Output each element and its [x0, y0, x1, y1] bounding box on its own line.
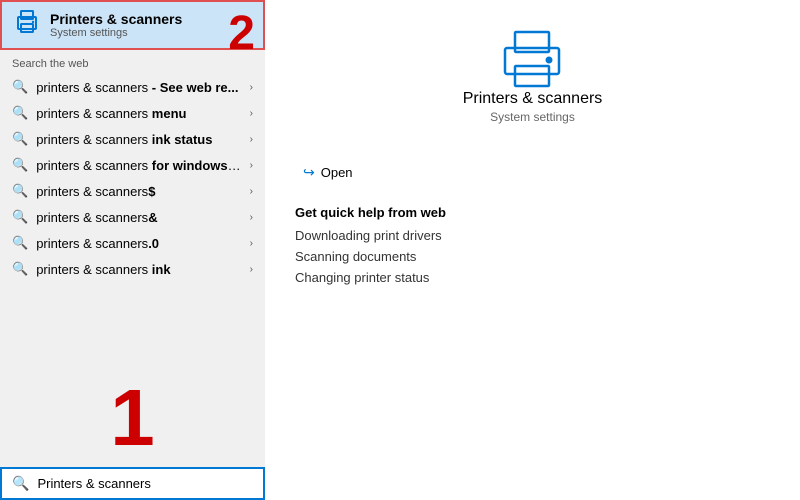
chevron-icon-4: › — [250, 160, 253, 171]
search-suggestion-3[interactable]: 🔍 printers & scanners ink status › — [0, 126, 265, 152]
open-icon: ↪ — [303, 164, 315, 181]
chevron-icon-7: › — [250, 238, 253, 249]
search-suggestion-text-1: printers & scanners - See web re... — [36, 80, 241, 95]
search-suggestion-text-7: printers & scanners.0 — [36, 236, 241, 251]
search-icon-5: 🔍 — [12, 183, 28, 199]
search-icon-8: 🔍 — [12, 261, 28, 277]
top-result-text: Printers & scanners System settings — [50, 11, 182, 39]
quick-help-section: Get quick help from web Downloading prin… — [265, 205, 800, 291]
search-bar-value: Printers & scanners — [37, 476, 150, 491]
search-web-label: Search the web — [0, 50, 265, 74]
search-suggestion-5[interactable]: 🔍 printers & scanners$ › — [0, 178, 265, 204]
quick-help-title: Get quick help from web — [295, 205, 770, 220]
search-suggestion-text-6: printers & scanners& — [36, 210, 241, 225]
search-suggestion-text-8: printers & scanners ink — [36, 262, 241, 277]
search-suggestion-text-3: printers & scanners ink status — [36, 132, 241, 147]
chevron-icon-5: › — [250, 186, 253, 197]
search-suggestion-text-2: printers & scanners menu — [36, 106, 241, 121]
search-bar-icon: 🔍 — [12, 475, 29, 492]
chevron-icon-1: › — [250, 82, 253, 93]
search-icon-2: 🔍 — [12, 105, 28, 121]
quick-help-link-2[interactable]: Scanning documents — [295, 249, 770, 264]
printer-icon-small — [14, 10, 40, 40]
search-bar[interactable]: 🔍 Printers & scanners — [0, 467, 265, 500]
search-suggestion-8[interactable]: 🔍 printers & scanners ink › — [0, 256, 265, 282]
search-icon-7: 🔍 — [12, 235, 28, 251]
chevron-icon-6: › — [250, 212, 253, 223]
printer-icon-large — [497, 30, 567, 90]
search-icon-4: 🔍 — [12, 157, 28, 173]
search-suggestion-text-4: printers & scanners for windows 10 — [36, 158, 241, 173]
app-icon-area: Printers & scanners System settings — [463, 30, 603, 144]
top-result-title: Printers & scanners — [50, 11, 182, 27]
search-suggestion-6[interactable]: 🔍 printers & scanners& › — [0, 204, 265, 230]
badge-1: 1 — [110, 378, 155, 458]
left-panel: Printers & scanners System settings 2 Se… — [0, 0, 265, 500]
top-result-subtitle: System settings — [50, 27, 182, 39]
search-suggestion-7[interactable]: 🔍 printers & scanners.0 › — [0, 230, 265, 256]
chevron-icon-8: › — [250, 264, 253, 275]
open-button[interactable]: ↪ Open — [295, 160, 361, 185]
search-suggestion-text-5: printers & scanners$ — [36, 184, 241, 199]
search-suggestion-2[interactable]: 🔍 printers & scanners menu › — [0, 100, 265, 126]
quick-help-link-1[interactable]: Downloading print drivers — [295, 228, 770, 243]
search-icon-1: 🔍 — [12, 79, 28, 95]
app-title: Printers & scanners — [463, 90, 603, 108]
search-suggestion-1[interactable]: 🔍 printers & scanners - See web re... › — [0, 74, 265, 100]
top-result-item[interactable]: Printers & scanners System settings — [0, 0, 265, 50]
app-subtitle: System settings — [490, 110, 575, 124]
quick-help-link-3[interactable]: Changing printer status — [295, 270, 770, 285]
chevron-icon-3: › — [250, 134, 253, 145]
search-icon-3: 🔍 — [12, 131, 28, 147]
search-suggestion-4[interactable]: 🔍 printers & scanners for windows 10 › — [0, 152, 265, 178]
search-icon-6: 🔍 — [12, 209, 28, 225]
right-panel: Printers & scanners System settings ↪ Op… — [265, 0, 800, 500]
chevron-icon-2: › — [250, 108, 253, 119]
open-button-label: Open — [321, 165, 353, 180]
